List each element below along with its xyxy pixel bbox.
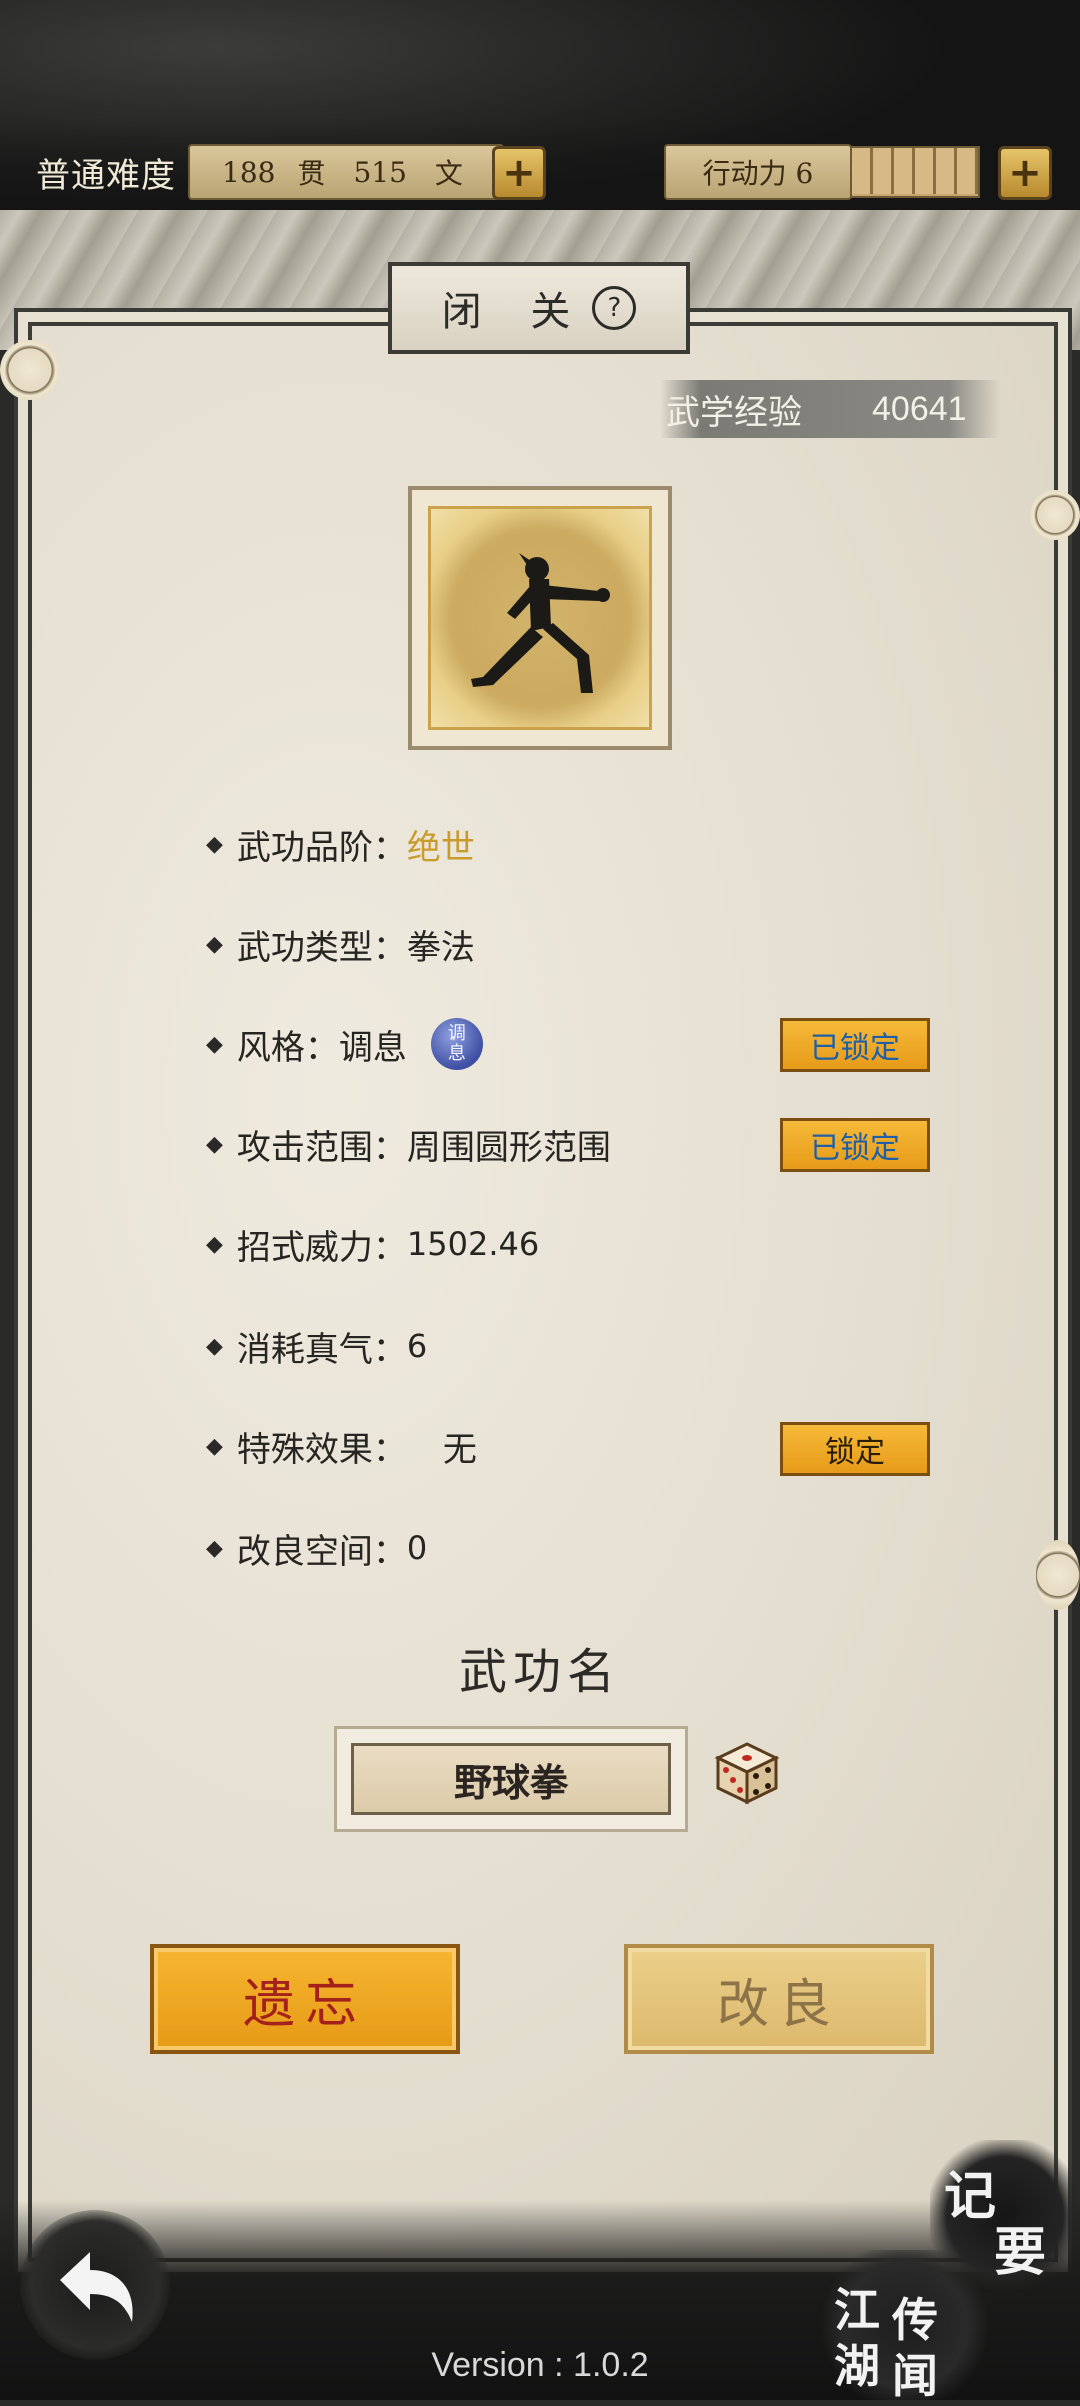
exp-value: 40641: [872, 389, 967, 428]
money-guan-unit: 贯: [297, 157, 326, 190]
money-wen-unit: 文: [434, 157, 463, 190]
improve-button[interactable]: 改良: [624, 1944, 934, 2054]
back-arrow-icon: [60, 2252, 133, 2322]
diamond-bullet-icon: ◆: [206, 1131, 223, 1157]
plus-icon: +: [1008, 150, 1042, 196]
diamond-bullet-icon: ◆: [206, 1535, 223, 1561]
action-segment: [957, 148, 978, 194]
notes-char-1: 记: [944, 2166, 997, 2227]
diamond-bullet-icon: ◆: [206, 1031, 223, 1057]
skill-name-title: 武功名: [458, 1644, 621, 1700]
money-guan-value: 188: [222, 155, 276, 189]
attr-refine-label: 改良空间：: [236, 1531, 407, 1572]
action-segment: [936, 148, 957, 194]
attr-type-label: 武功类型：: [236, 927, 407, 968]
action-points-label: 行动力 6: [702, 157, 814, 190]
improve-button-label: 改良: [716, 1974, 841, 2035]
forget-button-label: 遗忘: [242, 1974, 367, 2035]
action-points-meter: [850, 146, 980, 198]
style-lock-button[interactable]: 已锁定: [780, 1018, 930, 1072]
attr-power-label: 招式威力：: [236, 1227, 407, 1268]
attr-effect: ◆ 特殊效果： 无: [206, 1418, 477, 1474]
attr-effect-label: 特殊效果：: [236, 1429, 407, 1470]
attr-refine: ◆ 改良空间： 0: [206, 1520, 427, 1576]
attr-style-label: 风格：: [236, 1027, 339, 1068]
attr-cost-label: 消耗真气：: [236, 1329, 407, 1370]
attr-power-value: 1502.46: [406, 1225, 540, 1263]
attr-style: ◆ 风格： 调息 调 息: [206, 1016, 483, 1072]
style-badge-icon: 调 息: [430, 1018, 483, 1070]
attr-type-value: 拳法: [406, 927, 475, 968]
attr-range: ◆ 攻击范围： 周围圆形范围: [206, 1116, 611, 1172]
effect-lock-label: 锁定: [825, 1435, 885, 1470]
action-points-bar: 行动力 6: [664, 144, 852, 200]
notes-char-2: 要: [994, 2222, 1047, 2283]
dice-icon[interactable]: [714, 1740, 780, 1806]
question-circle-icon[interactable]: ?: [592, 286, 637, 330]
martial-exp-strip: 武学经验 40641: [660, 380, 1000, 438]
range-lock-label: 已锁定: [810, 1131, 900, 1166]
range-lock-button[interactable]: 已锁定: [780, 1118, 930, 1172]
attr-range-value: 周围圆形范围: [406, 1127, 611, 1168]
back-button[interactable]: [20, 2210, 170, 2360]
scroll-ornament-left: [0, 340, 60, 400]
style-lock-label: 已锁定: [810, 1031, 900, 1066]
scroll-ornament-right: [1030, 490, 1080, 540]
attr-cost-value: 6: [406, 1327, 428, 1365]
attr-type: ◆ 武功类型： 拳法: [206, 916, 475, 972]
attr-power: ◆ 招式威力： 1502.46: [206, 1216, 539, 1272]
money-bar: 188 贯 515 文: [188, 144, 504, 200]
attr-grade-label: 武功品阶：: [236, 827, 407, 868]
martial-artist-silhouette-icon: [448, 526, 632, 710]
diamond-bullet-icon: ◆: [206, 831, 223, 857]
add-money-button[interactable]: +: [492, 146, 546, 200]
scroll-ornament-right-lower: [1036, 1540, 1080, 1610]
action-segment: [915, 148, 936, 194]
panel-title-tab: 闭 关 ?: [388, 262, 690, 354]
attr-grade: ◆ 武功品阶： 绝世: [206, 816, 475, 872]
diamond-bullet-icon: ◆: [206, 1231, 223, 1257]
skill-portrait-image: [428, 506, 652, 730]
effect-lock-button[interactable]: 锁定: [780, 1422, 930, 1476]
action-segment: [894, 148, 915, 194]
plus-icon: +: [502, 150, 536, 196]
skill-portrait: [408, 486, 672, 750]
action-segment: [852, 148, 873, 194]
attr-style-value: 调息: [338, 1027, 407, 1068]
version-label: Version : 1.0.2: [431, 2346, 649, 2384]
attr-refine-value: 0: [406, 1529, 428, 1567]
exp-label: 武学经验: [666, 392, 802, 433]
skill-name-field[interactable]: 野球拳: [351, 1743, 671, 1815]
forget-button[interactable]: 遗忘: [150, 1944, 460, 2054]
action-segment: [873, 148, 894, 194]
skill-name-field-frame: 野球拳: [334, 1726, 688, 1832]
attr-grade-value: 绝世: [406, 827, 475, 868]
attr-range-label: 攻击范围：: [236, 1127, 407, 1168]
diamond-bullet-icon: ◆: [206, 1333, 223, 1359]
diamond-bullet-icon: ◆: [206, 931, 223, 957]
panel-title: 闭 关: [441, 289, 589, 335]
attr-cost: ◆ 消耗真气： 6: [206, 1318, 427, 1374]
attr-effect-value: 无: [442, 1429, 477, 1470]
diamond-bullet-icon: ◆: [206, 1433, 223, 1459]
money-wen-value: 515: [353, 155, 407, 189]
add-action-button[interactable]: +: [998, 146, 1052, 200]
difficulty-label: 普通难度: [36, 156, 176, 196]
